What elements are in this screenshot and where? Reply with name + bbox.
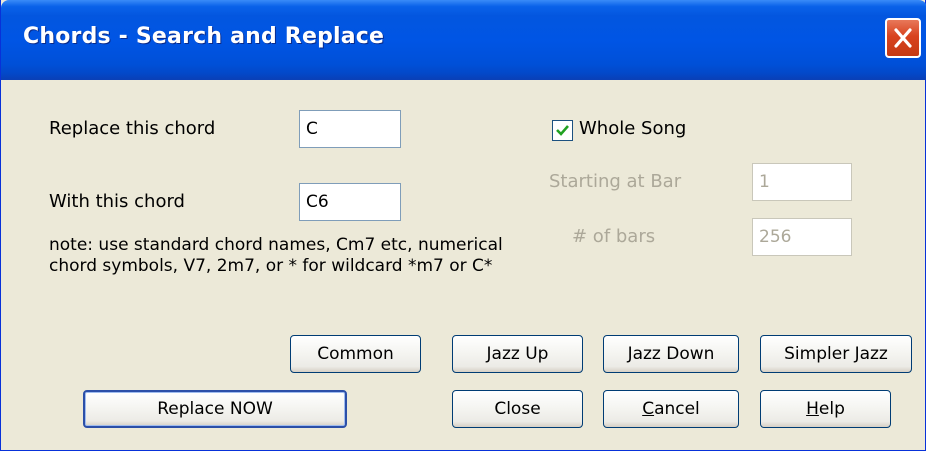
note-text: note: use standard chord names, Cm7 etc,… bbox=[49, 235, 503, 277]
starting-bar-input[interactable]: 1 bbox=[752, 163, 852, 201]
jazz-down-button[interactable]: Jazz Down bbox=[603, 335, 739, 373]
dialog-body: Replace this chord C With this chord C6 … bbox=[4, 80, 922, 448]
cancel-label-rest: ancel bbox=[654, 399, 700, 419]
with-chord-input[interactable]: C6 bbox=[299, 183, 401, 221]
num-bars-input[interactable]: 256 bbox=[752, 218, 852, 256]
num-bars-label: # of bars bbox=[572, 226, 656, 247]
close-button[interactable]: Close bbox=[452, 390, 583, 428]
note-line-1: note: use standard chord names, Cm7 etc,… bbox=[49, 235, 503, 255]
title-bar[interactable]: Chords - Search and Replace bbox=[1, 0, 926, 80]
whole-song-label[interactable]: Whole Song bbox=[579, 118, 686, 139]
jazz-up-button[interactable]: Jazz Up bbox=[452, 335, 583, 373]
replace-chord-label: Replace this chord bbox=[49, 118, 216, 139]
replace-now-button[interactable]: Replace NOW bbox=[83, 390, 347, 428]
cancel-mnemonic: C bbox=[642, 399, 655, 419]
whole-song-checkbox[interactable] bbox=[552, 120, 573, 141]
with-chord-label: With this chord bbox=[49, 191, 185, 212]
help-button[interactable]: Help bbox=[760, 390, 891, 428]
replace-chord-input[interactable]: C bbox=[299, 110, 401, 148]
simpler-jazz-button[interactable]: Simpler Jazz bbox=[760, 335, 912, 373]
close-window-button[interactable] bbox=[885, 18, 921, 58]
note-line-2: chord symbols, V7, 2m7, or * for wildcar… bbox=[49, 256, 493, 276]
help-label-rest: elp bbox=[818, 399, 845, 419]
common-button[interactable]: Common bbox=[290, 335, 421, 373]
dialog-window: Chords - Search and Replace Replace this… bbox=[0, 0, 926, 451]
help-mnemonic: H bbox=[806, 399, 819, 419]
starting-bar-label: Starting at Bar bbox=[549, 171, 682, 192]
window-title: Chords - Search and Replace bbox=[23, 24, 385, 49]
cancel-button[interactable]: Cancel bbox=[603, 390, 739, 428]
